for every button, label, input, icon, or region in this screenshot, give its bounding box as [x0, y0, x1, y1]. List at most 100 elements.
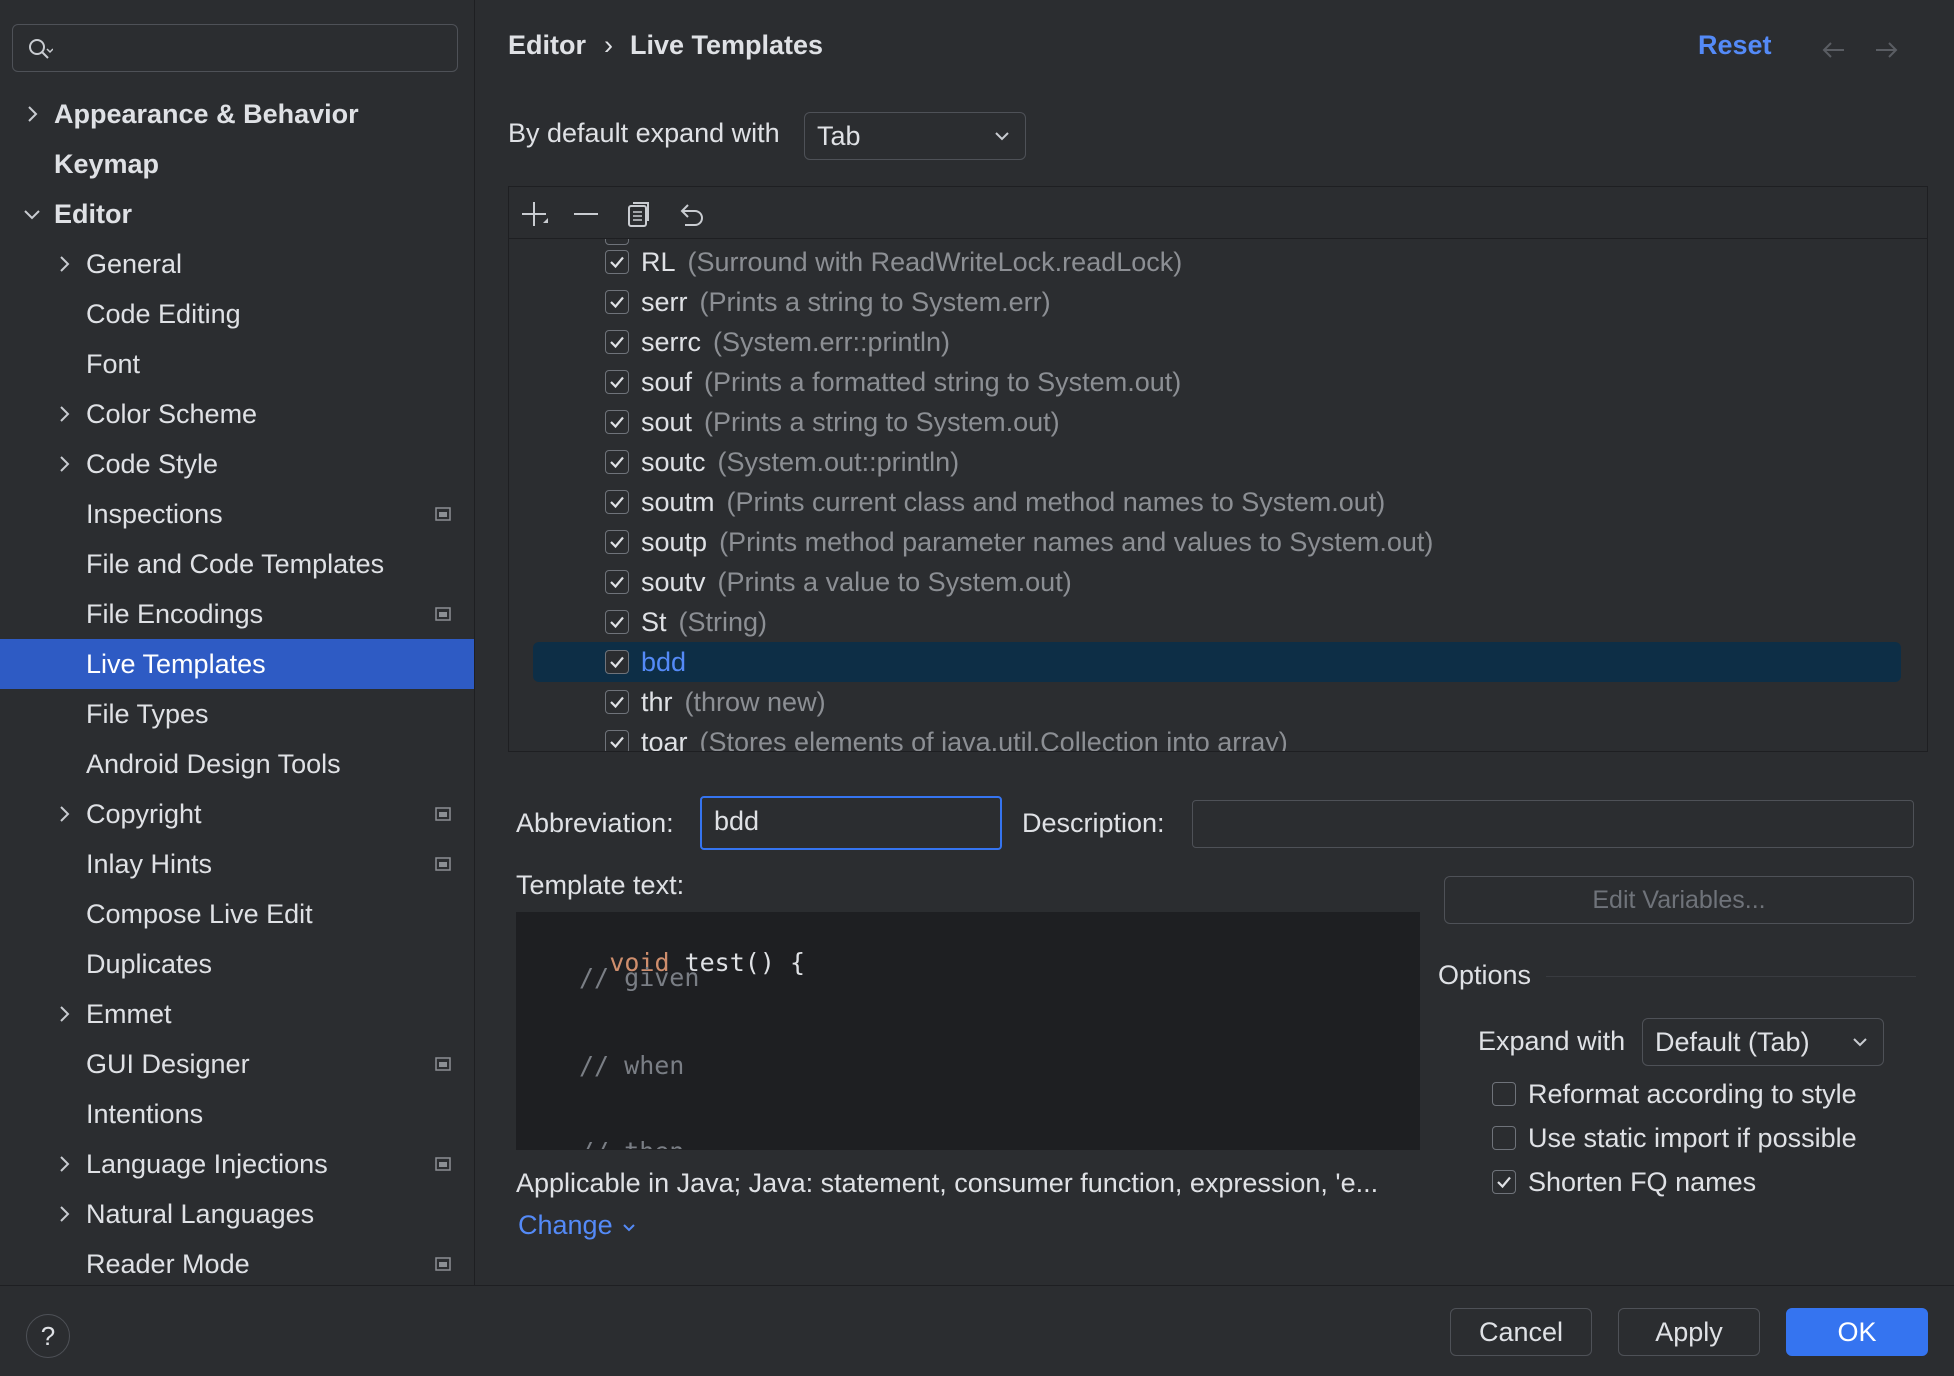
reformat-checkbox[interactable]	[1492, 1082, 1516, 1106]
template-abbreviation: toar	[641, 727, 688, 752]
sidebar-item[interactable]: General	[0, 239, 474, 289]
abbreviation-input[interactable]: bdd	[700, 796, 1002, 850]
template-row[interactable]: sout (Prints a string to System.out)	[533, 402, 1901, 442]
chevron-right-icon[interactable]	[54, 254, 74, 274]
template-checkbox[interactable]	[605, 570, 629, 594]
project-level-icon	[435, 1157, 451, 1171]
forward-arrow-icon[interactable]	[1872, 36, 1900, 64]
template-text-editor[interactable]: void test() { // given // when // then	[516, 912, 1420, 1150]
change-label: Change	[518, 1210, 613, 1240]
template-row[interactable]: souf (Prints a formatted string to System…	[533, 362, 1901, 402]
checkmark-icon	[610, 576, 624, 589]
expand-with-value: Default (Tab)	[1655, 1027, 1810, 1057]
sidebar-item[interactable]: File Types	[0, 689, 474, 739]
sidebar-item[interactable]: Keymap	[0, 139, 474, 189]
sidebar-item[interactable]: Inspections	[0, 489, 474, 539]
template-row[interactable]: soutm (Prints current class and method na…	[533, 482, 1901, 522]
sidebar-item[interactable]: Inlay Hints	[0, 839, 474, 889]
template-row[interactable]: St (String)	[533, 602, 1901, 642]
sidebar-item[interactable]: Editor	[0, 189, 474, 239]
default-expand-label: By default expand with	[508, 118, 780, 148]
template-checkbox[interactable]	[605, 410, 629, 434]
description-input[interactable]	[1192, 800, 1914, 848]
sidebar-item[interactable]: Duplicates	[0, 939, 474, 989]
template-row[interactable]: soutv (Prints a value to System.out)	[533, 562, 1901, 602]
template-row[interactable]: serrc (System.err::println)	[533, 322, 1901, 362]
sidebar-item[interactable]: Natural Languages	[0, 1189, 474, 1239]
template-checkbox[interactable]	[605, 250, 629, 274]
chevron-right-icon[interactable]	[54, 804, 74, 824]
template-abbreviation: serrc	[641, 327, 701, 357]
template-row[interactable]: soutc (System.out::println)	[533, 442, 1901, 482]
template-row[interactable]: serr (Prints a string to System.err)	[533, 282, 1901, 322]
back-arrow-icon[interactable]	[1820, 36, 1848, 64]
checkmark-icon	[610, 496, 624, 509]
chevron-down-icon[interactable]	[22, 204, 42, 224]
ok-button[interactable]: OK	[1786, 1308, 1928, 1356]
default-expand-select[interactable]: Tab	[804, 112, 1026, 160]
static-import-label: Use static import if possible	[1528, 1123, 1857, 1153]
template-checkbox[interactable]	[605, 650, 629, 674]
sidebar-item-label: Android Design Tools	[86, 749, 341, 779]
sidebar-item[interactable]: Language Injections	[0, 1139, 474, 1189]
template-row[interactable]: RL (Surround with ReadWriteLock.readLock)	[533, 242, 1901, 282]
template-row[interactable]: bdd	[533, 642, 1901, 682]
sidebar-item[interactable]: Reader Mode	[0, 1239, 474, 1285]
sidebar-item-label: Language Injections	[86, 1149, 328, 1179]
chevron-right-icon[interactable]	[54, 404, 74, 424]
chevron-right-icon[interactable]	[22, 104, 42, 124]
sidebar-item[interactable]: Code Style	[0, 439, 474, 489]
cancel-button[interactable]: Cancel	[1450, 1308, 1592, 1356]
template-row[interactable]: soutp (Prints method parameter names and …	[533, 522, 1901, 562]
template-checkbox[interactable]	[605, 530, 629, 554]
chevron-right-icon[interactable]	[54, 1004, 74, 1024]
template-row[interactable]: toar (Stores elements of java.util.Collec…	[533, 722, 1901, 752]
sidebar-item[interactable]: Appearance & Behavior	[0, 89, 474, 139]
sidebar-item[interactable]: Live Templates	[0, 639, 474, 689]
template-description: (Prints a formatted string to System.out…	[704, 367, 1182, 397]
chevron-right-icon[interactable]	[54, 1204, 74, 1224]
template-checkbox[interactable]	[605, 290, 629, 314]
template-abbreviation: sout	[641, 407, 693, 437]
sidebar-item-label: Intentions	[86, 1099, 204, 1129]
template-checkbox[interactable]	[605, 690, 629, 714]
chevron-right-icon[interactable]	[54, 454, 74, 474]
checkmark-icon	[610, 296, 624, 309]
template-checkbox[interactable]	[605, 730, 629, 751]
sidebar-item[interactable]: Compose Live Edit	[0, 889, 474, 939]
static-import-checkbox[interactable]	[1492, 1126, 1516, 1150]
sidebar-item[interactable]: Intentions	[0, 1089, 474, 1139]
sidebar-item[interactable]: Emmet	[0, 989, 474, 1039]
chevron-right-icon[interactable]	[54, 1154, 74, 1174]
restore-icon[interactable]	[675, 199, 705, 229]
code-comment-when: // when	[579, 1051, 685, 1080]
help-button[interactable]: ?	[26, 1314, 70, 1358]
reset-link[interactable]: Reset	[1698, 30, 1772, 61]
edit-variables-button[interactable]: Edit Variables...	[1444, 876, 1914, 924]
sidebar-item[interactable]: File and Code Templates	[0, 539, 474, 589]
template-checkbox[interactable]	[605, 490, 629, 514]
add-icon[interactable]	[519, 199, 549, 229]
sidebar-item[interactable]: File Encodings	[0, 589, 474, 639]
sidebar-item[interactable]: Code Editing	[0, 289, 474, 339]
template-checkbox[interactable]	[605, 450, 629, 474]
sidebar-item[interactable]: Color Scheme	[0, 389, 474, 439]
template-checkbox[interactable]	[605, 610, 629, 634]
sidebar-item-label: Compose Live Edit	[86, 899, 313, 929]
sidebar-item[interactable]: Copyright	[0, 789, 474, 839]
search-input[interactable]	[12, 24, 458, 72]
template-row[interactable]: thr (throw new)	[533, 682, 1901, 722]
sidebar-item[interactable]: Android Design Tools	[0, 739, 474, 789]
sidebar-item[interactable]: Font	[0, 339, 474, 389]
shorten-fq-checkbox[interactable]	[1492, 1170, 1516, 1194]
change-context-link[interactable]: Change	[518, 1210, 638, 1241]
copy-icon[interactable]	[623, 199, 653, 229]
breadcrumb-parent[interactable]: Editor	[508, 30, 586, 61]
template-checkbox[interactable]	[605, 370, 629, 394]
remove-icon[interactable]	[571, 199, 601, 229]
template-abbreviation: soutv	[641, 567, 706, 597]
expand-with-select[interactable]: Default (Tab)	[1642, 1018, 1884, 1066]
template-checkbox[interactable]	[605, 330, 629, 354]
sidebar-item[interactable]: GUI Designer	[0, 1039, 474, 1089]
apply-button[interactable]: Apply	[1618, 1308, 1760, 1356]
